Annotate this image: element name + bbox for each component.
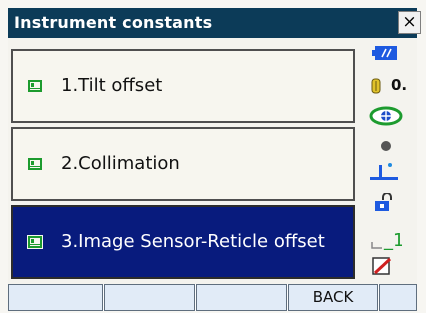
softkey-f1[interactable]: [8, 284, 103, 311]
close-button[interactable]: ×: [398, 11, 421, 34]
softkey-f5[interactable]: [379, 284, 417, 311]
green-book-icon: [28, 158, 42, 170]
memo-icon: [372, 257, 392, 275]
menu-item-image-sensor-reticle-offset[interactable]: 3.Image Sensor-Reticle offset: [11, 205, 355, 279]
green-book-icon: [27, 235, 43, 249]
menu-item-tilt-offset[interactable]: 1.Tilt offset: [11, 49, 355, 123]
atmospheric-correction-icon: [371, 78, 381, 94]
title-bar: Instrument constants ×: [8, 8, 421, 38]
laser-dot-icon: [381, 141, 391, 151]
menu-item-label: 2.Collimation: [61, 153, 180, 174]
back-button[interactable]: BACK: [288, 284, 378, 311]
target-prism-icon: [369, 106, 403, 126]
battery-icon: [372, 46, 397, 60]
menu-item-label: 1.Tilt offset: [61, 75, 163, 96]
menu-item-label: 3.Image Sensor-Reticle offset: [61, 231, 325, 252]
screen-frame: Instrument constants × 1.Tilt offset 2.C…: [0, 0, 426, 313]
menu-item-collimation[interactable]: 2.Collimation: [11, 127, 355, 201]
input-mode-text: _1: [383, 230, 402, 251]
status-bar: 0. _1: [362, 38, 417, 284]
atmos-value: 0.: [391, 76, 408, 94]
window-title: Instrument constants: [14, 13, 213, 32]
close-icon: ×: [402, 12, 417, 32]
tilt-compensation-icon: [370, 163, 398, 180]
softkey-f2[interactable]: [104, 284, 195, 311]
softkey-bar: BACK: [8, 284, 417, 311]
input-mode-icon: _1: [371, 230, 402, 251]
green-book-icon: [28, 80, 42, 92]
padlock-icon: [375, 193, 392, 211]
softkey-f3[interactable]: [196, 284, 287, 311]
